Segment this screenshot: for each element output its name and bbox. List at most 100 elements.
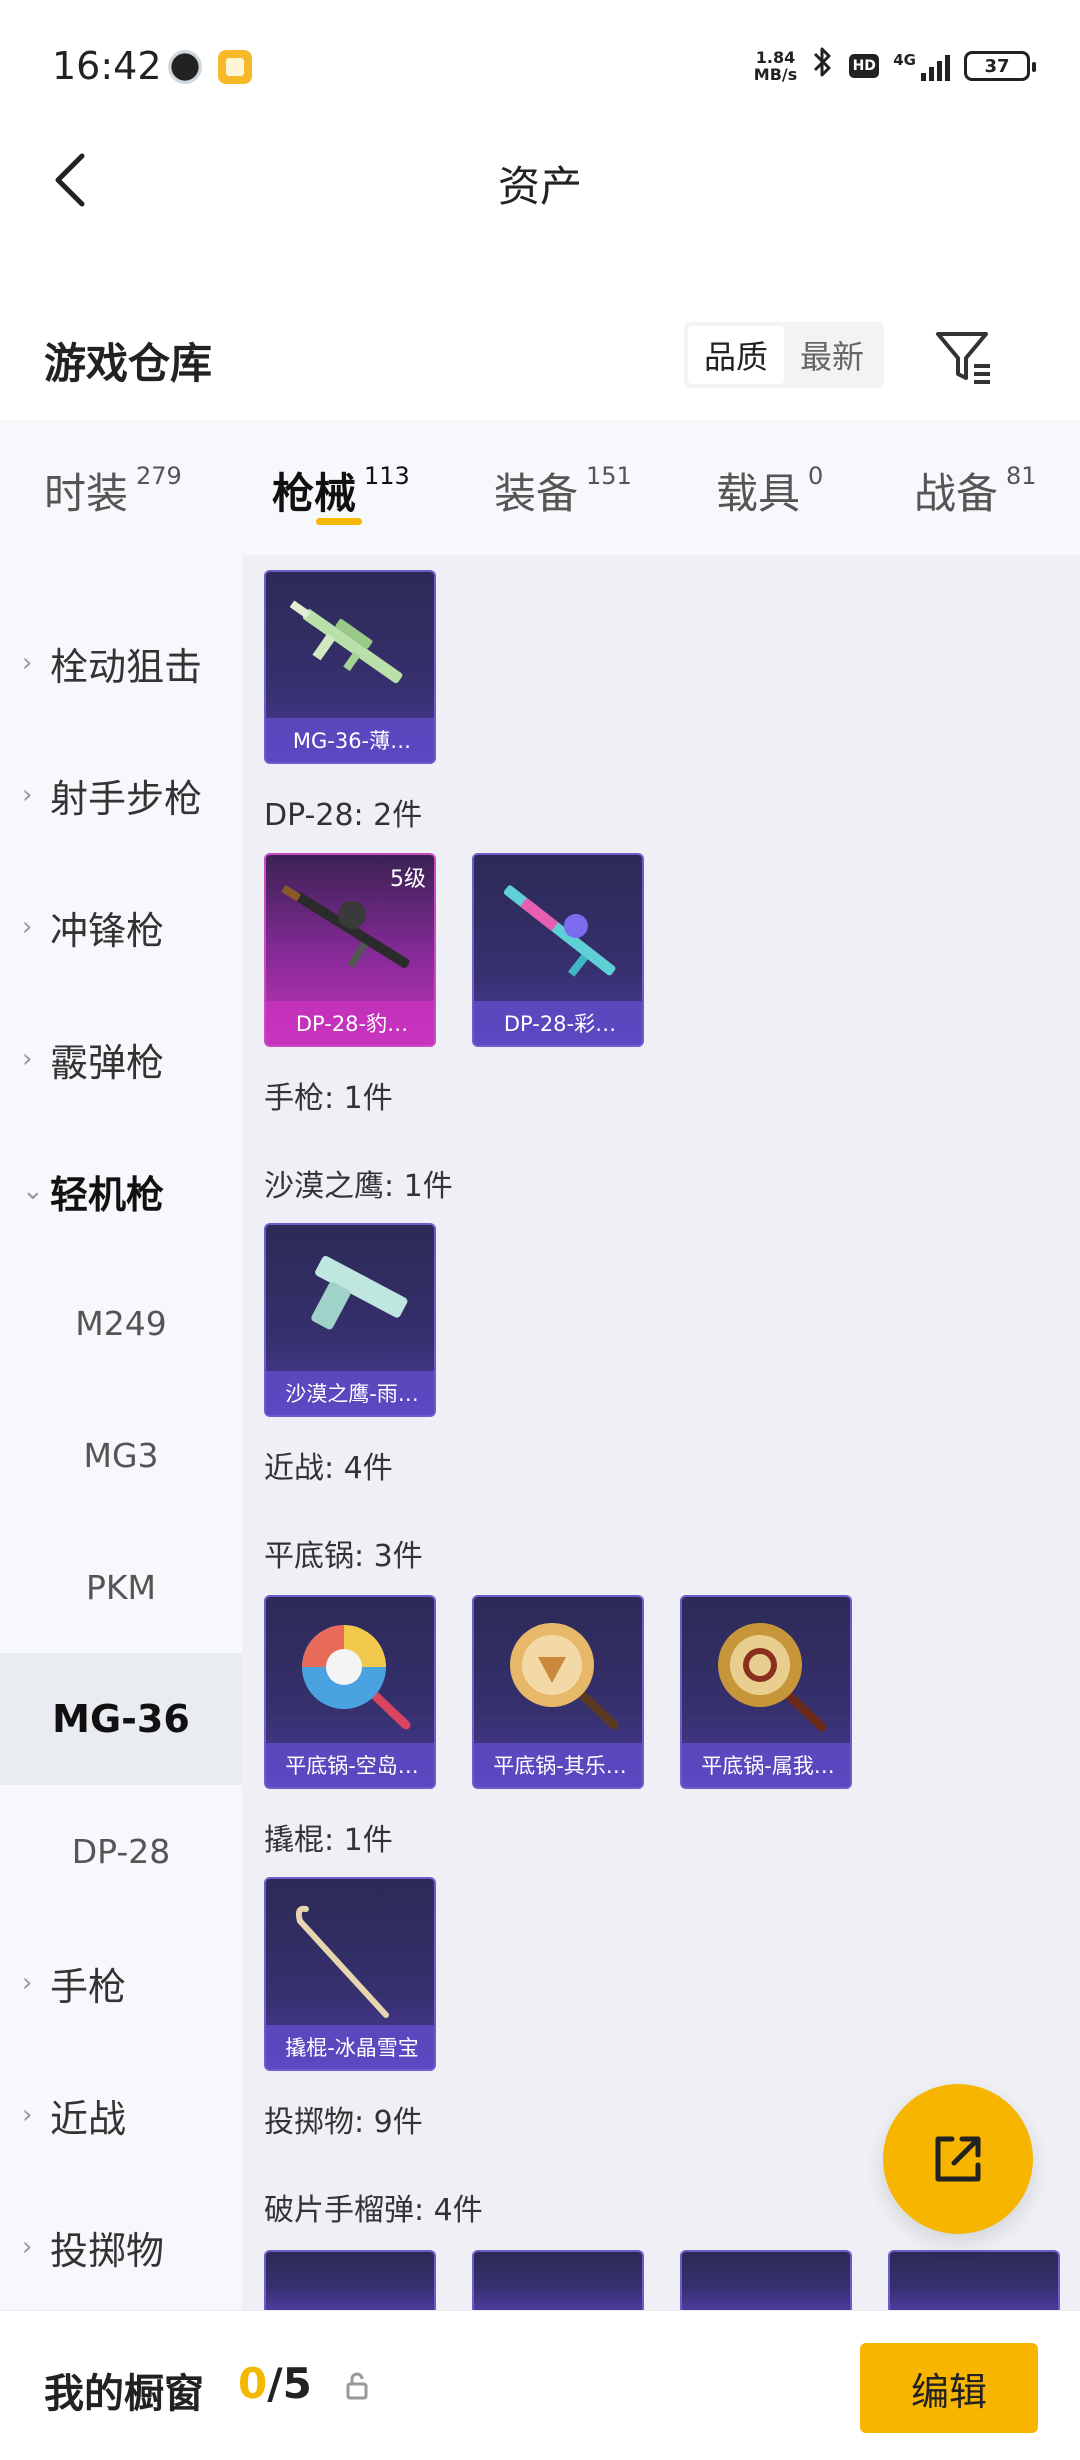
sort-toggle: 品质 最新 [684, 322, 884, 388]
sidebar-item-dmr[interactable]: › 射手步枪 [0, 729, 242, 861]
tab-count: 81 [1006, 462, 1037, 490]
item-card-grenade[interactable] [472, 2250, 644, 2310]
sidebar-item-pistol[interactable]: › 手枪 [0, 1917, 242, 2049]
tab-firearms[interactable]: 枪械 113 [272, 420, 410, 555]
chevron-right-icon: › [22, 648, 33, 678]
sidebar-item-label: 射手步枪 [50, 776, 203, 821]
battery-icon: 37 [964, 51, 1036, 81]
share-external-icon [935, 2136, 981, 2182]
bluetooth-icon [811, 45, 835, 87]
sidebar-subitem-mg3[interactable]: MG3 [0, 1389, 242, 1521]
hd-icon: HD [849, 54, 880, 78]
tab-label: 时装 [44, 469, 129, 518]
sidebar-subitem-dp28[interactable]: DP-28 [0, 1785, 242, 1917]
machine-gun-icon [503, 885, 616, 977]
sidebar-item-throwable[interactable]: › 投掷物 [0, 2181, 242, 2313]
item-card-desert-eagle[interactable]: 沙漠之鹰-雨… [264, 1223, 436, 1417]
sidebar-item-smg[interactable]: › 冲锋枪 [0, 861, 242, 993]
tab-equipment[interactable]: 装备 151 [494, 420, 632, 555]
sidebar-item-label: 投掷物 [50, 2228, 165, 2273]
item-name: 平底锅-空岛… [266, 1743, 434, 1787]
item-card-mg36[interactable]: MG-36-薄… [264, 570, 436, 764]
item-name: 平底锅-属我… [682, 1743, 850, 1787]
sidebar-item-shotgun[interactable]: › 霰弹枪 [0, 993, 242, 1125]
sort-option-newest[interactable]: 最新 [784, 326, 880, 384]
frying-pan-icon [718, 1623, 827, 1732]
share-fab[interactable] [883, 2084, 1033, 2234]
chevron-right-icon: › [22, 912, 33, 942]
item-name: MG-36-薄… [266, 718, 434, 762]
notes-app-icon [218, 50, 252, 84]
sidebar-subitem-m249[interactable]: M249 [0, 1257, 242, 1389]
tab-vehicles[interactable]: 载具 0 [716, 420, 823, 555]
sidebar-item-lmg[interactable]: ⌄ 轻机枪 [0, 1125, 242, 1257]
sidebar-item-label: 冲锋枪 [50, 908, 165, 953]
signal-icon: 4G [893, 51, 950, 81]
item-name: DP-28-豹… [266, 1001, 434, 1045]
chevron-right-icon: › [22, 1044, 33, 1074]
item-card-dp28-color[interactable]: DP-28-彩… [472, 853, 644, 1047]
warehouse-header: 游戏仓库 品质 最新 [0, 310, 1080, 400]
tab-count: 151 [586, 462, 632, 490]
filter-icon [936, 332, 990, 384]
network-speed-value: 1.84 [755, 48, 796, 67]
chevron-down-icon: ⌄ [22, 1176, 44, 1206]
tab-count: 279 [136, 462, 182, 490]
item-card-pan-sky-island[interactable]: 平底锅-空岛… [264, 1595, 436, 1789]
showcase-bar: 我的橱窗 0/5 编辑 [0, 2310, 1080, 2460]
status-indicators: 1.84 MB/s HD 4G 37 [754, 44, 1036, 88]
pistol-icon [311, 1255, 408, 1330]
item-card-grenade[interactable] [680, 2250, 852, 2310]
item-level-badge: 5级 [390, 867, 426, 892]
tab-combat-supplies[interactable]: 战备 81 [914, 420, 1037, 555]
chevron-right-icon: › [22, 1968, 33, 1998]
item-card-pan-mine[interactable]: 平底锅-属我… [680, 1595, 852, 1789]
tab-count: 113 [364, 462, 410, 490]
group-label-pan: 平底锅: 3件 [264, 1539, 423, 1574]
sidebar-subitem-pkm[interactable]: PKM [0, 1521, 242, 1653]
sidebar-subitem-mg36[interactable]: MG-36 [0, 1653, 242, 1785]
item-card-crowbar[interactable]: 撬棍-冰晶雪宝 [264, 1877, 436, 2071]
tab-fashion[interactable]: 时装 279 [44, 420, 182, 555]
item-name: 沙漠之鹰-雨… [266, 1371, 434, 1415]
status-time: 16:42 [52, 44, 162, 88]
item-card-dp28-leopard[interactable]: 5级 DP-28-豹… [264, 853, 436, 1047]
group-label-melee: 近战: 4件 [264, 1451, 393, 1486]
edit-button[interactable]: 编辑 [860, 2343, 1038, 2433]
item-card-grenade[interactable] [264, 2250, 436, 2310]
item-grid: MG-36-薄… DP-28: 2件 5级 DP-28-豹… DP-28-彩… … [242, 555, 1080, 2310]
item-card-pan-joy[interactable]: 平底锅-其乐… [472, 1595, 644, 1789]
chevron-right-icon: › [22, 780, 33, 810]
group-label-throwable: 投掷物: 9件 [264, 2105, 423, 2140]
group-label-desert-eagle: 沙漠之鹰: 1件 [264, 1169, 453, 1204]
category-tabs: 时装 279 枪械 113 装备 151 载具 0 战备 81 [0, 420, 1080, 555]
tab-label: 枪械 [272, 469, 357, 518]
filter-button[interactable] [930, 324, 996, 390]
battery-level: 37 [984, 55, 1010, 77]
sidebar-item-label: 栓动狙击 [50, 644, 203, 689]
frying-pan-icon [302, 1625, 411, 1730]
sidebar-item-label: 霰弹枪 [50, 1040, 165, 1085]
group-label-frag-grenade: 破片手榴弹: 4件 [264, 2193, 483, 2228]
lock-icon [346, 2372, 368, 2400]
item-card-grenade[interactable] [888, 2250, 1060, 2310]
showcase-count: 0/5 [238, 2359, 312, 2408]
item-name: 撬棍-冰晶雪宝 [266, 2025, 434, 2069]
status-bar: 16:42 1.84 MB/s HD 4G 37 [0, 0, 1080, 135]
sort-option-quality[interactable]: 品质 [688, 326, 784, 384]
group-label-pistol: 手枪: 1件 [264, 1081, 393, 1116]
crowbar-icon [295, 1905, 389, 2018]
clock-app-icon [168, 50, 202, 84]
rifle-icon [289, 600, 403, 684]
network-type: 4G [893, 51, 916, 69]
chevron-right-icon: › [22, 2100, 33, 2130]
tab-label: 载具 [716, 469, 801, 518]
tab-label: 装备 [494, 469, 579, 518]
group-label-dp28: DP-28: 2件 [264, 798, 423, 833]
sidebar-item-label: 近战 [50, 2096, 127, 2141]
item-name: 平底锅-其乐… [474, 1743, 642, 1787]
sidebar-item-melee[interactable]: › 近战 [0, 2049, 242, 2181]
network-speed: 1.84 MB/s [754, 49, 797, 83]
sidebar-item-bolt-sniper[interactable]: › 栓动狙击 [0, 597, 242, 729]
section-title: 游戏仓库 [44, 339, 213, 388]
